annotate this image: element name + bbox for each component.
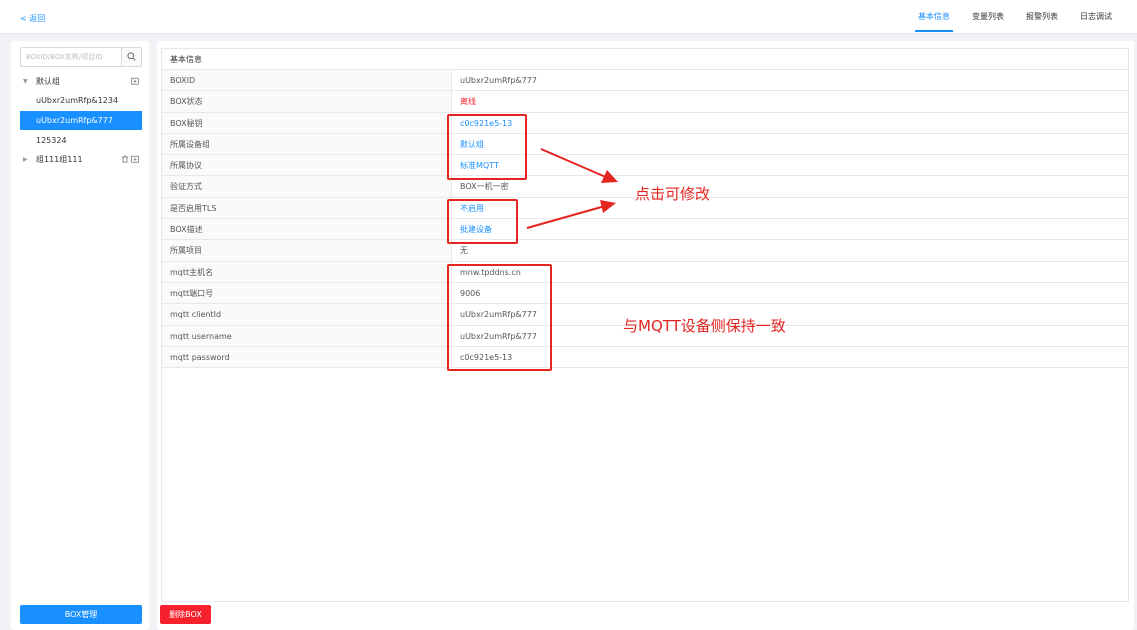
annotation-arrows: [526, 148, 618, 229]
annotation-editable-note: 点击可修改: [635, 185, 711, 203]
annotation-mqtt-note: 与MQTT设备侧保持一致: [623, 317, 786, 335]
arrow-to-tls-icon: [526, 200, 616, 229]
arrow-to-group-icon: [540, 148, 618, 183]
